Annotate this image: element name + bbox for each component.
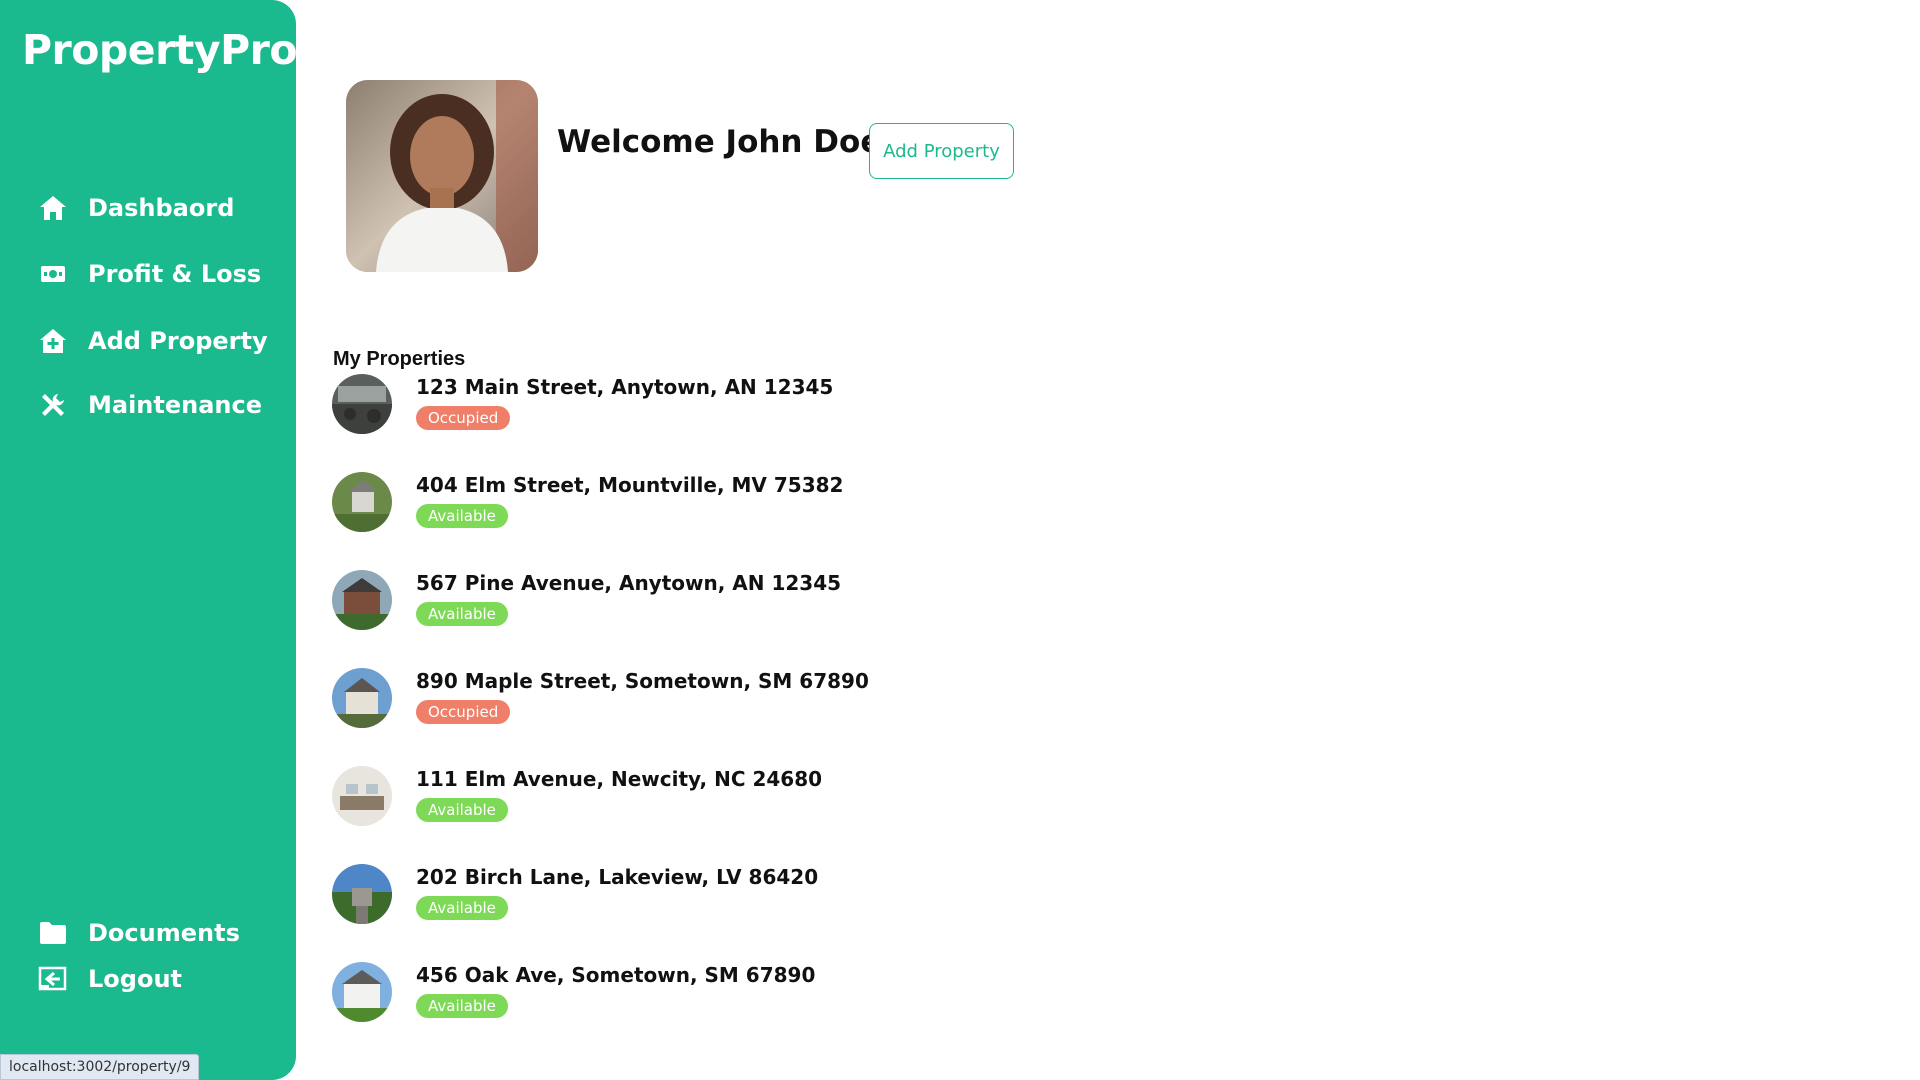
- list-item[interactable]: 456 Oak Ave, Sometown, SM 67890 Availabl…: [332, 962, 1232, 1060]
- sidebar-item-logout[interactable]: Logout: [38, 959, 182, 999]
- page-title: Welcome John Doe: [557, 124, 882, 160]
- sidebar-item-label: Profit & Loss: [88, 260, 262, 288]
- status-badge: Available: [416, 896, 508, 920]
- property-thumbnail: [332, 374, 392, 434]
- property-address: 890 Maple Street, Sometown, SM 67890: [416, 669, 869, 693]
- brand-logo[interactable]: PropertyPro: [22, 26, 298, 74]
- home-icon: [38, 193, 68, 223]
- sidebar-item-label: Dashbaord: [88, 194, 235, 222]
- property-thumbnail: [332, 962, 392, 1022]
- status-url: localhost:3002/property/9: [0, 1054, 200, 1080]
- property-address: 567 Pine Avenue, Anytown, AN 12345: [416, 571, 842, 595]
- sidebar: PropertyPro Dashbaord Profit & Loss Add …: [0, 0, 298, 1080]
- list-item[interactable]: 404 Elm Street, Mountville, MV 75382 Ava…: [332, 472, 1232, 570]
- sidebar-item-label: Logout: [88, 965, 183, 993]
- sidebar-item-label: Add Property: [88, 327, 268, 355]
- property-address: 123 Main Street, Anytown, AN 12345: [416, 375, 834, 399]
- sidebar-item-add-property[interactable]: Add Property: [38, 321, 268, 361]
- house-plus-icon: [38, 326, 68, 356]
- list-item[interactable]: 123 Main Street, Anytown, AN 12345 Occup…: [332, 374, 1232, 472]
- add-property-button[interactable]: Add Property: [869, 123, 1014, 179]
- property-thumbnail: [332, 668, 392, 728]
- property-address: 456 Oak Ave, Sometown, SM 67890: [416, 963, 816, 987]
- property-thumbnail: [332, 570, 392, 630]
- property-address: 111 Elm Avenue, Newcity, NC 24680: [416, 767, 823, 791]
- property-thumbnail: [332, 766, 392, 826]
- sidebar-item-label: Maintenance: [88, 391, 263, 419]
- property-address: 202 Birch Lane, Lakeview, LV 86420: [416, 865, 819, 889]
- list-item[interactable]: 111 Elm Avenue, Newcity, NC 24680 Availa…: [332, 766, 1232, 864]
- tools-icon: [38, 390, 68, 420]
- property-list: 123 Main Street, Anytown, AN 12345 Occup…: [332, 374, 1232, 1060]
- list-item[interactable]: 890 Maple Street, Sometown, SM 67890 Occ…: [332, 668, 1232, 766]
- sidebar-item-maintenance[interactable]: Maintenance: [38, 385, 262, 425]
- avatar: [346, 80, 538, 272]
- status-badge: Occupied: [416, 406, 511, 430]
- property-thumbnail: [332, 864, 392, 924]
- list-item[interactable]: 202 Birch Lane, Lakeview, LV 86420 Avail…: [332, 864, 1232, 962]
- status-badge: Available: [416, 602, 508, 626]
- sidebar-item-profit-loss[interactable]: Profit & Loss: [38, 254, 261, 294]
- status-badge: Available: [416, 798, 508, 822]
- logout-icon: [38, 964, 68, 994]
- money-icon: [38, 259, 68, 289]
- status-badge: Available: [416, 994, 508, 1018]
- section-title: My Properties: [333, 348, 466, 370]
- folder-icon: [38, 918, 68, 948]
- list-item[interactable]: 567 Pine Avenue, Anytown, AN 12345 Avail…: [332, 570, 1232, 668]
- property-address: 404 Elm Street, Mountville, MV 75382: [416, 473, 844, 497]
- app: PropertyPro Dashbaord Profit & Loss Add …: [0, 0, 1920, 1080]
- property-thumbnail: [332, 472, 392, 532]
- status-badge: Available: [416, 504, 508, 528]
- sidebar-item-documents[interactable]: Documents: [38, 913, 240, 953]
- sidebar-item-dashboard[interactable]: Dashbaord: [38, 188, 234, 228]
- status-badge: Occupied: [416, 700, 511, 724]
- sidebar-item-label: Documents: [88, 919, 240, 947]
